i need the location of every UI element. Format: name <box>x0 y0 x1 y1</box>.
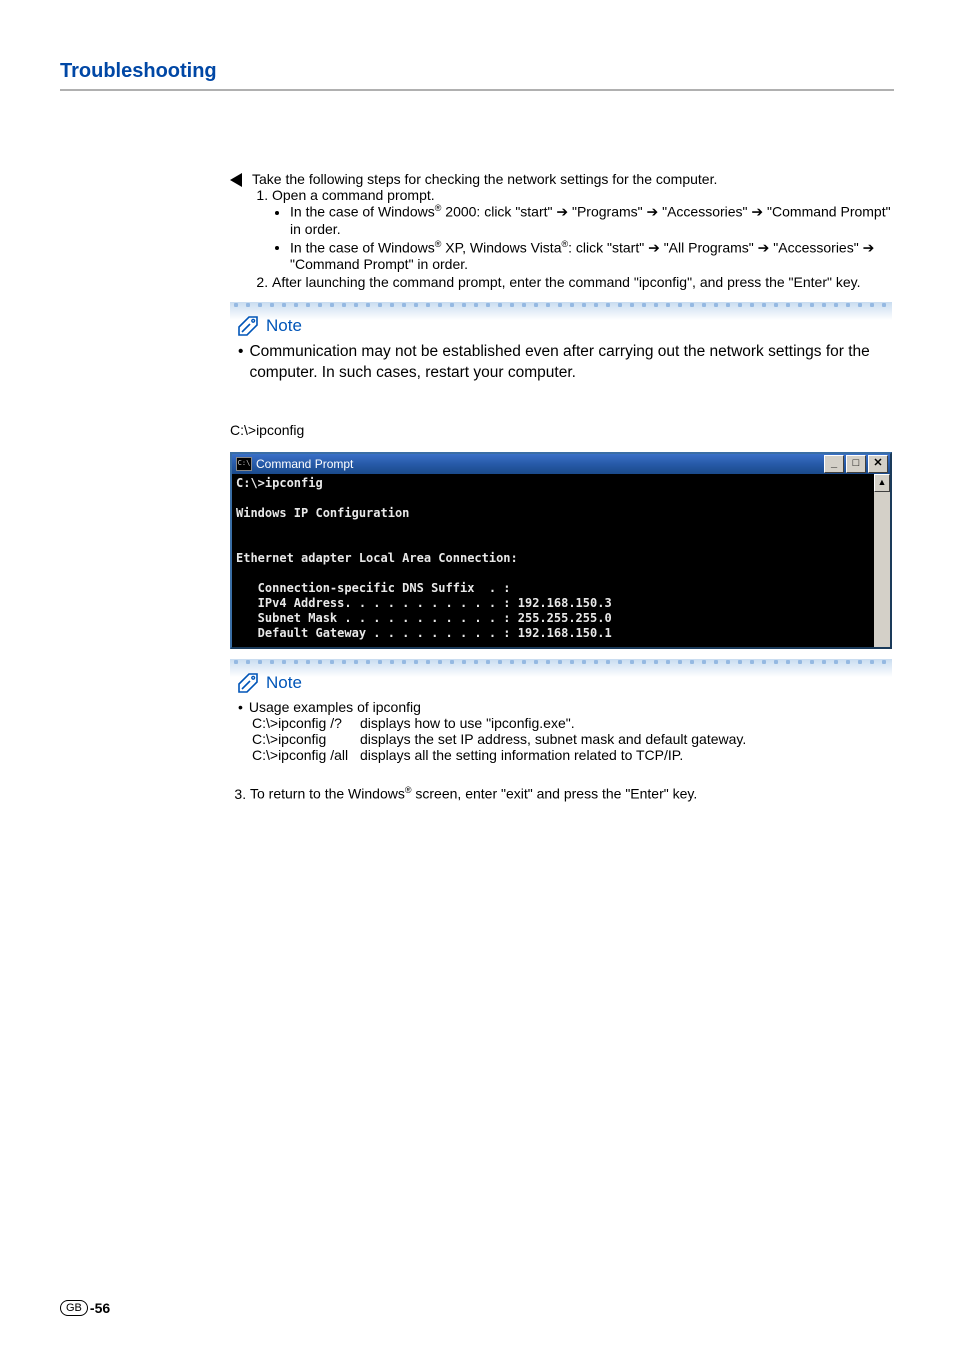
step-1-sub-a: In the case of Windows® 2000: click "sta… <box>290 203 892 237</box>
note-label: Note <box>266 673 302 693</box>
step-2: After launching the command prompt, ente… <box>272 274 892 290</box>
section-title: Troubleshooting <box>60 60 894 91</box>
cmd-title-text: Command Prompt <box>256 457 353 471</box>
minimize-button[interactable]: _ <box>824 455 844 473</box>
command-prompt-titlebar: C:\ Command Prompt _ □ ✕ <box>232 454 890 474</box>
command-prompt-output: C:\>ipconfig Windows IP Configuration Et… <box>232 474 874 647</box>
step-1-sub-b: In the case of Windows® XP, Windows Vist… <box>290 239 892 273</box>
cmd-titlebar-icon: C:\ <box>236 457 252 471</box>
step-1: Open a command prompt. <box>272 187 435 203</box>
scroll-up-button[interactable]: ▲ <box>874 474 890 492</box>
scrollbar[interactable]: ▲ <box>874 474 890 647</box>
close-button[interactable]: ✕ <box>868 455 888 473</box>
usage-row: C:\>ipconfig /all displays all the setti… <box>238 747 884 763</box>
command-line-label: C:\>ipconfig <box>230 422 892 438</box>
command-prompt-window: C:\ Command Prompt _ □ ✕ C:\>ipconfig Wi… <box>230 452 892 649</box>
usage-desc: displays all the setting information rel… <box>360 747 683 763</box>
intro-text: Take the following steps for checking th… <box>252 171 892 187</box>
content-block: Take the following steps for checking th… <box>230 171 892 802</box>
maximize-button[interactable]: □ <box>846 455 866 473</box>
usage-heading: Usage examples of ipconfig <box>249 699 421 715</box>
usage-row: C:\>ipconfig displays the set IP address… <box>238 731 884 747</box>
gb-badge: GB <box>60 1300 88 1316</box>
note-1-text: Communication may not be established eve… <box>249 342 884 384</box>
usage-cmd: C:\>ipconfig /all <box>238 747 360 763</box>
usage-desc: displays the set IP address, subnet mask… <box>360 731 746 747</box>
note-box-2: Note • Usage examples of ipconfig C:\>ip… <box>230 659 892 771</box>
page-footer: GB -56 <box>60 1300 110 1316</box>
pencil-tag-icon <box>236 314 260 338</box>
usage-desc: displays how to use "ipconfig.exe". <box>360 715 575 731</box>
step-3: To return to the Windows® screen, enter … <box>250 785 892 802</box>
usage-cmd: C:\>ipconfig <box>238 731 360 747</box>
note-box-1: Note • Communication may not be establis… <box>230 302 892 392</box>
pencil-tag-icon <box>236 671 260 695</box>
left-triangle-icon <box>230 173 242 187</box>
usage-cmd: C:\>ipconfig /? <box>238 715 360 731</box>
page-number: -56 <box>90 1300 110 1316</box>
note-label: Note <box>266 316 302 336</box>
usage-row: C:\>ipconfig /? displays how to use "ipc… <box>238 715 884 731</box>
